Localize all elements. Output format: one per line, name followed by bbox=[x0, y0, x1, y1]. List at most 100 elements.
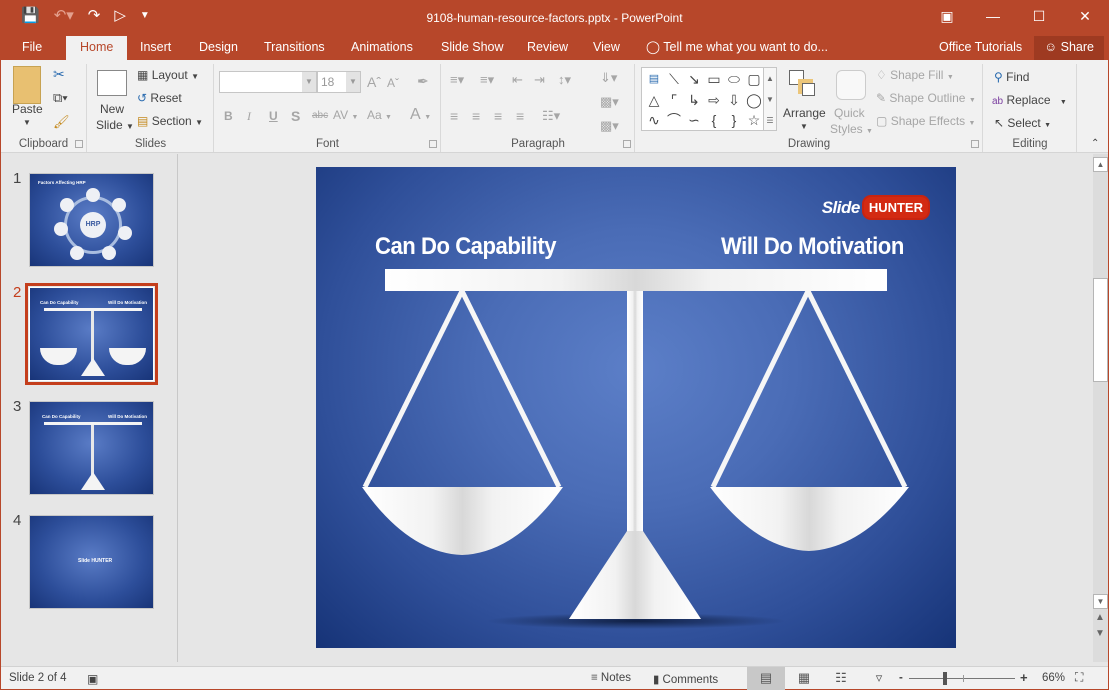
new-slide-icon[interactable] bbox=[97, 70, 127, 96]
clipboard-launcher-icon[interactable] bbox=[75, 140, 83, 148]
gallery-more-icon[interactable]: ☰ bbox=[764, 110, 776, 131]
bullets-icon[interactable]: ≡▾ bbox=[450, 72, 464, 88]
rectangle-shape-icon[interactable]: ▭ bbox=[704, 69, 724, 89]
align-center-icon[interactable]: ≡ bbox=[472, 108, 480, 124]
decrease-font-icon[interactable]: Aˇ bbox=[387, 76, 399, 90]
rounded-rect-shape-icon[interactable]: ▢ bbox=[744, 69, 764, 89]
character-spacing-button[interactable]: AV ▼ bbox=[333, 108, 358, 122]
freeform-shape-icon[interactable]: ∿ bbox=[644, 110, 664, 130]
triangle-shape-icon[interactable]: △ bbox=[644, 90, 664, 110]
curve-shape-icon[interactable]: ∽ bbox=[684, 110, 704, 130]
slide-thumbnail-3[interactable]: Can Do Capability Will Do Motivation bbox=[29, 401, 154, 495]
find-button[interactable]: ⚲ Find bbox=[994, 70, 1029, 84]
zoom-in-button[interactable]: + bbox=[1020, 670, 1028, 685]
flowchart-shape-icon[interactable]: ◯ bbox=[744, 90, 764, 110]
ribbon-display-options-icon[interactable]: ▣ bbox=[924, 0, 970, 32]
tab-slide-show[interactable]: Slide Show bbox=[441, 36, 504, 60]
tab-review[interactable]: Review bbox=[527, 36, 568, 60]
star-shape-icon[interactable]: ☆ bbox=[744, 110, 764, 130]
arc-shape-icon[interactable]: ⌒ bbox=[664, 110, 684, 130]
collapse-ribbon-icon[interactable]: ⌃ bbox=[1091, 138, 1099, 149]
scrollbar-thumb[interactable] bbox=[1093, 278, 1108, 382]
align-right-icon[interactable]: ≡ bbox=[494, 108, 502, 124]
align-left-icon[interactable]: ≡ bbox=[450, 108, 458, 124]
numbering-icon[interactable]: ≡▾ bbox=[480, 72, 494, 88]
bold-button[interactable]: B bbox=[224, 109, 233, 123]
gallery-down-icon[interactable]: ▼ bbox=[764, 89, 776, 110]
tell-me-box[interactable]: ◯ Tell me what you want to do... bbox=[646, 36, 828, 60]
close-icon[interactable]: ✕ bbox=[1062, 0, 1108, 32]
change-case-button[interactable]: Aa ▼ bbox=[367, 108, 392, 122]
cut-icon[interactable]: ✂ bbox=[53, 66, 65, 83]
select-button[interactable]: ↖ Select ▼ bbox=[994, 116, 1051, 130]
share-button[interactable]: ☺ Share bbox=[1034, 36, 1104, 60]
arrange-icon[interactable] bbox=[789, 70, 817, 98]
strikethrough-button[interactable]: abc bbox=[312, 110, 328, 121]
slide-thumbnail-1[interactable]: Factors Affecting HRP HRP bbox=[29, 173, 154, 267]
oval-shape-icon[interactable]: ⬭ bbox=[724, 69, 744, 89]
zoom-slider-thumb[interactable] bbox=[943, 672, 947, 685]
new-slide-label-1[interactable]: New bbox=[100, 102, 124, 116]
minimize-icon[interactable]: — bbox=[970, 0, 1016, 32]
reading-view-button[interactable]: ☷ bbox=[822, 667, 860, 690]
tab-design[interactable]: Design bbox=[199, 36, 238, 60]
smartart-icon[interactable]: ▩▾ bbox=[600, 118, 619, 134]
elbow-arrow-icon[interactable]: ↳ bbox=[684, 90, 704, 110]
tab-transitions[interactable]: Transitions bbox=[264, 36, 325, 60]
italic-button[interactable]: I bbox=[247, 109, 251, 124]
replace-button[interactable]: ab Replace ▼ bbox=[992, 93, 1067, 107]
justify-icon[interactable]: ≡ bbox=[516, 108, 524, 124]
elbow-connector-icon[interactable]: ⌜ bbox=[664, 90, 684, 110]
spell-check-icon[interactable]: ▣ bbox=[87, 672, 98, 686]
left-brace-shape-icon[interactable]: { bbox=[704, 110, 724, 130]
gallery-up-icon[interactable]: ▲ bbox=[764, 68, 776, 89]
zoom-level[interactable]: 66% bbox=[1042, 672, 1065, 684]
zoom-out-button[interactable]: - bbox=[899, 672, 903, 684]
vertical-scrollbar[interactable]: ▲ ▼ ▲ ▼ bbox=[1093, 154, 1108, 662]
font-launcher-icon[interactable] bbox=[429, 140, 437, 148]
columns-icon[interactable]: ☷▾ bbox=[542, 108, 560, 124]
previous-slide-icon[interactable]: ▲ bbox=[1095, 612, 1105, 623]
slide-thumbnail-4[interactable]: Slide HUNTER bbox=[29, 515, 154, 609]
shapes-gallery-scroll[interactable]: ▲ ▼ ☰ bbox=[763, 67, 777, 131]
text-shadow-button[interactable]: S bbox=[291, 108, 300, 124]
notes-button[interactable]: ≡ Notes bbox=[591, 672, 631, 684]
text-direction-icon[interactable]: ⇓▾ bbox=[600, 70, 617, 86]
chevron-down-icon[interactable]: ▼ bbox=[800, 122, 808, 131]
quick-styles-label-1[interactable]: Quick bbox=[834, 106, 865, 120]
paste-dropdown-icon[interactable]: ▼ bbox=[23, 118, 31, 127]
next-slide-icon[interactable]: ▼ bbox=[1095, 628, 1105, 639]
fit-to-window-icon[interactable]: ⛶ bbox=[1075, 670, 1083, 685]
zoom-slider-track[interactable] bbox=[909, 678, 1015, 679]
quick-styles-button[interactable]: Styles ▼ bbox=[830, 122, 873, 136]
maximize-icon[interactable]: ☐ bbox=[1016, 0, 1062, 32]
clear-formatting-icon[interactable]: ✒ bbox=[417, 73, 429, 90]
increase-indent-icon[interactable]: ⇥ bbox=[534, 72, 545, 88]
right-brace-shape-icon[interactable]: } bbox=[724, 110, 744, 130]
tab-view[interactable]: View bbox=[593, 36, 620, 60]
shape-outline-button[interactable]: ✎ Shape Outline ▼ bbox=[876, 91, 976, 105]
slide-thumbnail-2[interactable]: Can Do Capability Will Do Motivation bbox=[25, 283, 158, 385]
tab-animations[interactable]: Animations bbox=[351, 36, 413, 60]
slideshow-view-button[interactable]: ▿ bbox=[860, 667, 898, 690]
layout-button[interactable]: ▦ Layout ▼ bbox=[137, 68, 199, 82]
quick-styles-icon[interactable] bbox=[836, 70, 866, 100]
reset-button[interactable]: ↺ Reset bbox=[137, 91, 182, 105]
chevron-down-icon[interactable]: ▼ bbox=[302, 72, 316, 92]
copy-icon[interactable]: ⧉▾ bbox=[53, 90, 68, 106]
increase-font-icon[interactable]: Aˆ bbox=[367, 74, 381, 90]
normal-view-button[interactable]: ▤ bbox=[747, 667, 785, 690]
font-color-button[interactable]: A ▼ bbox=[410, 106, 431, 124]
comments-button[interactable]: ▮ Comments bbox=[653, 672, 718, 686]
current-slide[interactable]: Slide HUNTER Can Do Capability Will Do M… bbox=[316, 167, 956, 648]
shape-effects-button[interactable]: ▢ Shape Effects ▼ bbox=[876, 114, 975, 128]
paragraph-launcher-icon[interactable] bbox=[623, 140, 631, 148]
font-name-combo[interactable]: ▼ bbox=[219, 71, 317, 93]
align-text-icon[interactable]: ▩▾ bbox=[600, 94, 619, 110]
tab-insert[interactable]: Insert bbox=[140, 36, 171, 60]
font-size-combo[interactable]: 18 ▼ bbox=[317, 71, 361, 93]
slide-sorter-view-button[interactable]: ▦ bbox=[785, 667, 823, 690]
new-slide-button[interactable]: Slide ▼ bbox=[96, 118, 134, 132]
line-shape-icon[interactable]: ⟍ bbox=[664, 69, 684, 89]
arrow-line-shape-icon[interactable]: ↘ bbox=[684, 69, 704, 89]
